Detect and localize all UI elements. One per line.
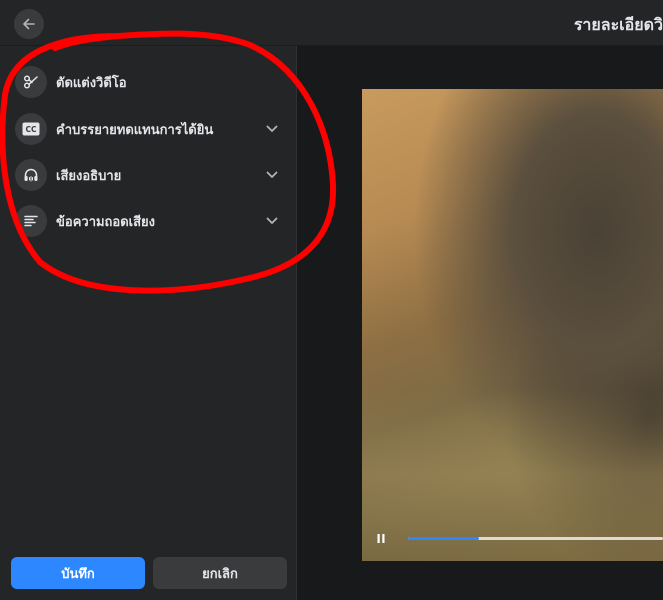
chevron-down-icon[interactable]	[264, 121, 280, 137]
sidebar-item-label: เสียงอธิบาย	[56, 168, 122, 184]
sidebar-item-trim-video[interactable]: ตัดแต่งวิดีโอ	[0, 62, 297, 102]
headphones-icon	[24, 168, 38, 182]
arrow-left-icon	[23, 18, 35, 30]
pause-icon	[377, 533, 385, 543]
page-title: รายละเอียดวิ	[573, 15, 663, 34]
closed-captions-icon: CC	[22, 122, 40, 136]
chevron-down-icon[interactable]	[264, 167, 280, 183]
sidebar-item-label: คำบรรยายทดแทนการได้ยิน	[56, 122, 214, 138]
back-button[interactable]	[14, 9, 44, 39]
sidebar-item-transcript[interactable]: ข้อความถอดเสียง	[0, 201, 297, 241]
sidebar-item-audio-description[interactable]: เสียงอธิบาย	[0, 155, 297, 195]
progress-bar[interactable]	[408, 537, 663, 540]
save-button[interactable]: บันทึก	[11, 557, 145, 589]
sidebar-item-label: ตัดแต่งวิดีโอ	[56, 75, 127, 91]
sidebar: ตัดแต่งวิดีโอ CC คำบรรยายทดแทนการได้ยิน …	[0, 46, 297, 600]
scissors-icon	[23, 75, 38, 89]
progress-fill	[408, 537, 480, 540]
pause-button[interactable]	[375, 532, 387, 544]
transcript-lines-icon	[24, 215, 38, 227]
sidebar-item-label: ข้อความถอดเสียง	[56, 214, 156, 230]
chevron-down-icon[interactable]	[264, 213, 280, 229]
video-player[interactable]	[362, 89, 663, 561]
cancel-button[interactable]: ยกเลิก	[153, 557, 287, 589]
svg-text:CC: CC	[25, 125, 37, 134]
sidebar-item-closed-captions[interactable]: CC คำบรรยายทดแทนการได้ยิน	[0, 109, 297, 149]
top-bar: รายละเอียดวิ	[0, 0, 663, 46]
video-controls	[362, 528, 663, 550]
